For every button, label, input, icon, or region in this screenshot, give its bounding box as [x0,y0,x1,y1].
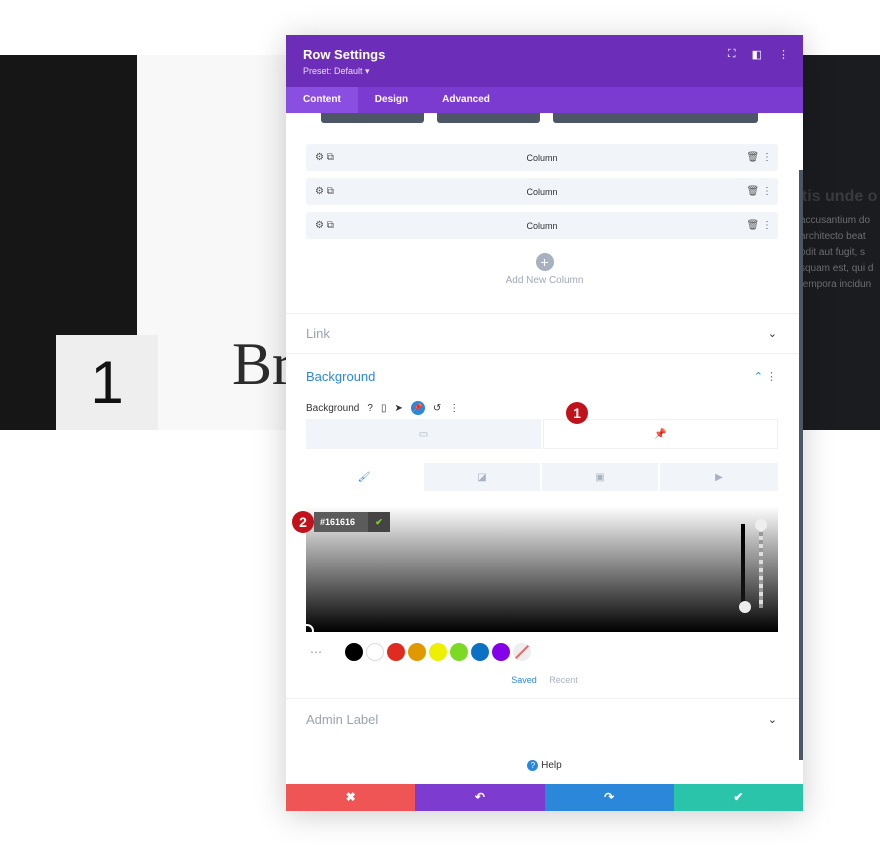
image-tab[interactable]: ▣ [542,463,658,491]
headline: Br [232,331,292,397]
reset-icon[interactable]: ↺ [433,403,441,414]
link-section-toggle[interactable]: Link ⌄ [286,313,803,353]
video-icon: ▶ [715,471,723,483]
background-label: Background [306,402,360,414]
right-text-line: tempora incidun [803,279,872,290]
modal-title: Row Settings [303,47,386,62]
help-link[interactable]: ? Help [286,760,803,771]
modal-footer: ✖ ↶ ↷ ✔ [286,784,803,811]
more-icon[interactable]: ⋮ [778,48,789,61]
sidebar-icon[interactable]: ◧ [752,48,762,61]
background-section-toggle[interactable]: Background ⌃ ⋮ [286,353,803,393]
right-text-line: accusantium do [803,215,871,226]
swatch-orange[interactable] [408,643,426,661]
swatch-white[interactable] [366,643,384,661]
swatch-blue[interactable] [471,643,489,661]
more-icon[interactable]: ⋮ [449,403,459,414]
background-dark-text-block: atis unde o accusantium do architecto be… [803,55,880,430]
number-box: 1 [56,335,158,430]
scrollbar[interactable] [799,170,803,760]
help-label: Help [541,760,562,771]
settings-duplicate-icons[interactable]: ⚙ ⧉ [315,186,334,197]
image-icon: ▣ [595,471,605,483]
save-button[interactable]: ✔ [673,784,803,811]
swatch-green[interactable] [450,643,468,661]
hover-cursor-icon[interactable]: ➤ [394,403,402,414]
pin-icon: 📌 [654,428,667,440]
swatch-transparent[interactable] [513,643,531,661]
saved-tab[interactable]: Saved [511,675,537,685]
add-column-label: Add New Column [505,275,584,286]
more-dots-icon[interactable]: ⋯ [310,645,342,659]
color-picker-handle[interactable] [300,624,314,638]
gradient-icon: ◪ [477,471,487,483]
row-settings-modal: Row Settings Preset: Default ▾ ⛶ ◧ ⋮ Con… [286,35,803,811]
opacity-slider[interactable] [759,524,763,608]
settings-duplicate-icons[interactable]: ⚙ ⧉ [315,152,334,163]
admin-label-toggle[interactable]: Admin Label ⌄ [286,698,803,740]
column-label: Column [526,186,558,197]
column-item[interactable]: ⚙ ⧉ Column 🗑 ⋮ [306,212,778,239]
hue-slider-handle[interactable] [739,601,751,613]
column-item[interactable]: ⚙ ⧉ Column 🗑 ⋮ [306,144,778,171]
video-tab[interactable]: ▶ [660,463,778,491]
swatch-purple[interactable] [492,643,510,661]
add-column-button[interactable]: + Add New Column [286,253,803,286]
swatch-black[interactable] [345,643,363,661]
column-structure-option[interactable] [321,113,424,123]
preset-dropdown[interactable]: Preset: Default ▾ [303,66,786,77]
admin-label-title: Admin Label [306,712,379,727]
right-text-line: architecto beat [803,231,866,242]
cancel-button[interactable]: ✖ [286,784,416,811]
color-tab[interactable]: 🖌 [306,463,422,491]
column-label: Column [526,152,558,163]
step-badge: 1 [566,402,588,424]
right-heading: atis unde o [803,188,878,205]
hex-input[interactable]: #161616 [314,512,368,532]
help-icon: ? [527,760,539,771]
fullscreen-icon[interactable]: ⛶ [728,48,736,61]
recent-tab[interactable]: Recent [549,675,578,685]
chevron-down-icon: ⌄ [767,328,777,340]
column-structure-option[interactable] [437,113,540,123]
color-swatches: ⋯ [310,643,531,661]
chevron-down-icon: ⌄ [767,714,777,726]
background-section-title: Background [306,369,376,384]
column-label: Column [526,220,558,231]
sticky-pin-icon[interactable]: 📌 [410,401,425,415]
redo-button[interactable]: ↷ [544,784,674,811]
confirm-check-icon[interactable]: ✔ [368,512,390,532]
paint-bucket-icon: 🖌 [357,471,371,483]
right-text-line: odit aut fugit, s [803,247,866,258]
chevron-up-icon: ⌃ ⋮ [753,371,777,383]
gradient-tab[interactable]: ◪ [424,463,540,491]
column-structure-option[interactable] [553,113,758,123]
trash-more-icons[interactable]: 🗑 ⋮ [747,220,772,231]
plus-icon: + [535,253,554,271]
swatch-yellow[interactable] [429,643,447,661]
mobile-icon[interactable]: ▯ [381,403,387,414]
desktop-icon: ▭ [418,428,429,440]
swatch-red[interactable] [387,643,405,661]
opacity-slider-handle[interactable] [755,519,767,531]
undo-button[interactable]: ↶ [415,784,545,811]
tab-content[interactable]: Content [286,87,358,113]
modal-header: Row Settings Preset: Default ▾ ⛶ ◧ ⋮ [286,35,803,87]
trash-more-icons[interactable]: 🗑 ⋮ [747,186,772,197]
trash-more-icons[interactable]: 🗑 ⋮ [747,152,772,163]
step-badge: 2 [292,511,314,533]
modal-tabs: Content Design Advanced [286,87,803,113]
hue-slider[interactable] [741,524,745,608]
tab-design[interactable]: Design [358,87,425,113]
settings-duplicate-icons[interactable]: ⚙ ⧉ [315,220,334,231]
desktop-tab[interactable]: ▭ [306,419,541,449]
right-text-line: squam est, qui d [803,263,874,274]
column-item[interactable]: ⚙ ⧉ Column 🗑 ⋮ [306,178,778,205]
tab-advanced[interactable]: Advanced [425,87,507,113]
help-icon[interactable]: ? [367,403,373,414]
link-section-title: Link [306,326,330,341]
